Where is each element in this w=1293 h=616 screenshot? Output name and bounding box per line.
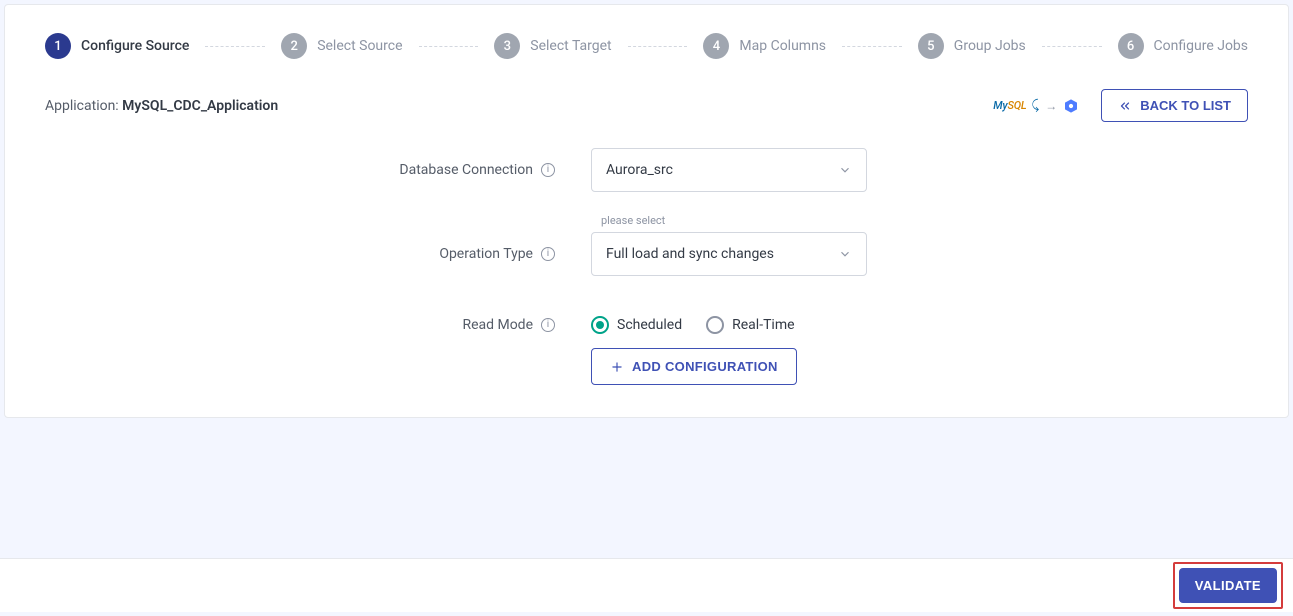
mysql-source-icon: MySQL bbox=[993, 99, 1026, 112]
radio-icon bbox=[591, 316, 609, 334]
step-divider bbox=[628, 46, 688, 47]
row-add-config: ADD CONFIGURATION bbox=[555, 348, 1248, 385]
step-configure-source[interactable]: 1 Configure Source bbox=[45, 33, 189, 59]
validate-button[interactable]: VALIDATE bbox=[1179, 568, 1277, 603]
radio-label: Scheduled bbox=[617, 317, 682, 333]
select-database-connection[interactable]: Aurora_src bbox=[591, 148, 867, 192]
back-button-label: BACK TO LIST bbox=[1140, 98, 1231, 113]
back-to-list-button[interactable]: BACK TO LIST bbox=[1101, 89, 1248, 122]
label-database-connection: Database Connection i bbox=[45, 162, 555, 178]
header-row: Application: MySQL_CDC_Application MySQL… bbox=[45, 89, 1248, 122]
app-name: MySQL_CDC_Application bbox=[122, 98, 278, 114]
read-mode-radios: Scheduled Real-Time bbox=[591, 316, 795, 334]
row-read-mode: Read Mode i Scheduled Real-Time bbox=[45, 316, 1248, 334]
step-divider bbox=[205, 46, 265, 47]
step-divider bbox=[842, 46, 902, 47]
add-configuration-button[interactable]: ADD CONFIGURATION bbox=[591, 348, 797, 385]
select-hint: please select bbox=[601, 214, 665, 227]
radio-realtime[interactable]: Real-Time bbox=[706, 316, 794, 334]
label-read-mode: Read Mode i bbox=[45, 317, 555, 333]
step-badge: 6 bbox=[1118, 33, 1144, 59]
row-database-connection: Database Connection i Aurora_src bbox=[45, 148, 1248, 192]
footer-bar: VALIDATE bbox=[0, 558, 1293, 612]
step-badge: 3 bbox=[494, 33, 520, 59]
step-select-source[interactable]: 2 Select Source bbox=[281, 33, 402, 59]
chevron-down-icon bbox=[838, 163, 852, 177]
radio-label: Real-Time bbox=[732, 317, 794, 333]
info-icon[interactable]: i bbox=[541, 163, 555, 177]
step-badge: 2 bbox=[281, 33, 307, 59]
radio-scheduled[interactable]: Scheduled bbox=[591, 316, 682, 334]
step-label: Configure Source bbox=[81, 38, 189, 54]
step-map-columns[interactable]: 4 Map Columns bbox=[703, 33, 826, 59]
application-label: Application: MySQL_CDC_Application bbox=[45, 98, 278, 114]
header-actions: MySQL ⤹ → BACK TO LIST bbox=[993, 89, 1248, 122]
step-label: Select Source bbox=[317, 38, 402, 54]
arrow-icon: → bbox=[1045, 99, 1057, 113]
add-config-label: ADD CONFIGURATION bbox=[632, 359, 778, 374]
radio-icon bbox=[706, 316, 724, 334]
form-area: Database Connection i Aurora_src Operati… bbox=[45, 148, 1248, 385]
step-divider bbox=[1042, 46, 1102, 47]
row-operation-type: Operation Type i please select Full load… bbox=[45, 232, 1248, 276]
select-operation-type[interactable]: Full load and sync changes bbox=[591, 232, 867, 276]
wizard-stepper: 1 Configure Source 2 Select Source 3 Sel… bbox=[45, 33, 1248, 59]
step-badge: 1 bbox=[45, 33, 71, 59]
step-label: Configure Jobs bbox=[1154, 38, 1248, 54]
app-prefix: Application: bbox=[45, 98, 122, 114]
target-bigquery-icon bbox=[1063, 98, 1079, 114]
label-operation-type: Operation Type i bbox=[45, 246, 555, 262]
select-value: Aurora_src bbox=[606, 162, 673, 178]
chevron-down-icon bbox=[838, 247, 852, 261]
select-value: Full load and sync changes bbox=[606, 246, 774, 262]
step-badge: 4 bbox=[703, 33, 729, 59]
step-label: Select Target bbox=[530, 38, 611, 54]
validate-label: VALIDATE bbox=[1195, 578, 1261, 593]
validate-highlight: VALIDATE bbox=[1173, 562, 1283, 609]
step-badge: 5 bbox=[918, 33, 944, 59]
step-configure-jobs[interactable]: 6 Configure Jobs bbox=[1118, 33, 1248, 59]
info-icon[interactable]: i bbox=[541, 318, 555, 332]
info-icon[interactable]: i bbox=[541, 247, 555, 261]
chevrons-left-icon bbox=[1118, 99, 1132, 113]
step-select-target[interactable]: 3 Select Target bbox=[494, 33, 611, 59]
mysql-dolphin-icon: ⤹ bbox=[1031, 98, 1039, 113]
step-group-jobs[interactable]: 5 Group Jobs bbox=[918, 33, 1026, 59]
pipeline-icon: MySQL ⤹ → bbox=[993, 98, 1079, 114]
step-label: Group Jobs bbox=[954, 38, 1026, 54]
step-divider bbox=[419, 46, 479, 47]
step-label: Map Columns bbox=[739, 38, 826, 54]
wizard-card: 1 Configure Source 2 Select Source 3 Sel… bbox=[4, 4, 1289, 418]
plus-icon bbox=[610, 360, 624, 374]
